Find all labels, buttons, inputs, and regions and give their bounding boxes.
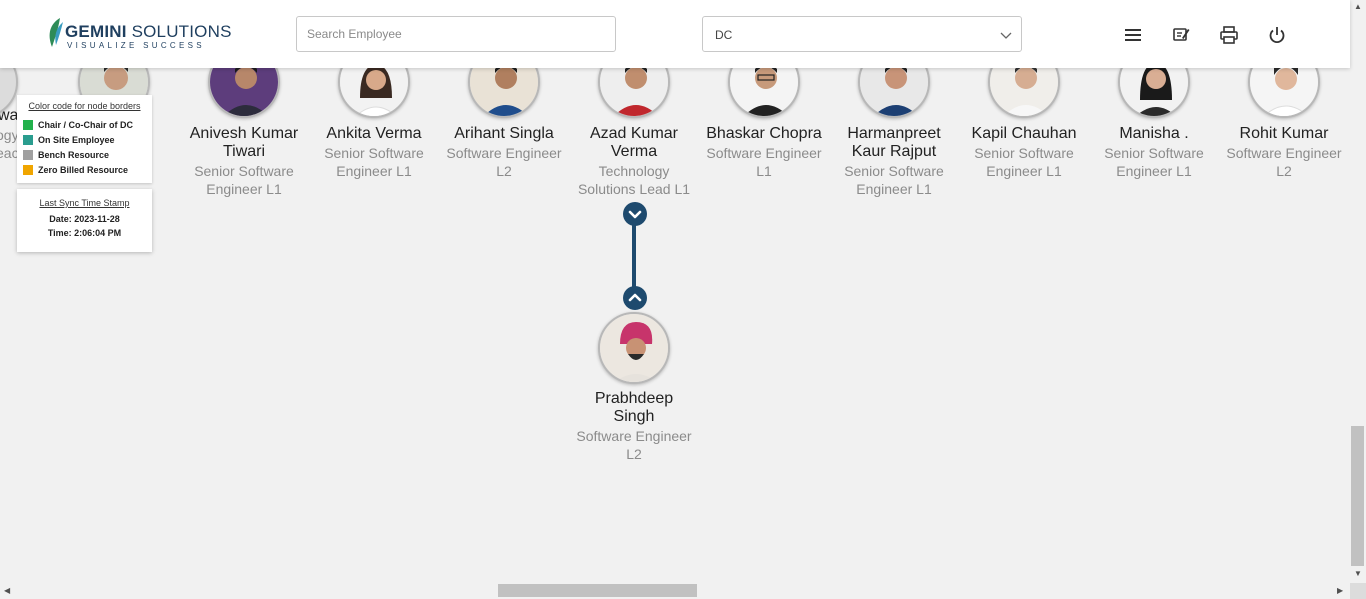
legend-item: Zero Billed Resource xyxy=(23,162,146,177)
employee-name: Anivesh Kumar xyxy=(189,125,299,142)
horizontal-scrollbar-thumb[interactable] xyxy=(498,584,697,597)
chevron-up-icon xyxy=(628,293,642,302)
legend-item-label: Bench Resource xyxy=(38,149,110,160)
menu-icon[interactable] xyxy=(1123,25,1143,45)
employee-name: Bhaskar Chopra xyxy=(706,125,822,142)
department-select[interactable]: DC xyxy=(702,16,1022,52)
employee-name: Azad Kumar xyxy=(589,125,679,142)
sync-time: Time: 2:06:04 PM xyxy=(47,228,122,238)
employee-title: L1 xyxy=(756,163,772,179)
legend-item-label: On Site Employee xyxy=(38,134,115,145)
employee-title: Senior Software xyxy=(844,163,944,179)
employee-title: Senior Software xyxy=(324,145,424,161)
power-icon[interactable] xyxy=(1267,25,1287,45)
employee-title: L2 xyxy=(496,163,512,179)
teal-swatch xyxy=(23,134,33,145)
employee-name: Singh xyxy=(613,408,655,425)
employee-name: Manisha . xyxy=(1119,125,1189,142)
print-icon[interactable] xyxy=(1219,25,1239,45)
employee-title: Solutions Lead L1 xyxy=(577,181,691,197)
employee-title: Senior Software xyxy=(194,163,294,179)
employee-title: Software Engineer xyxy=(1226,145,1342,161)
employee-title: Technology xyxy=(598,163,670,179)
sync-date: Date: 2023-11-28 xyxy=(49,214,120,224)
logo-name: GEMINI SOLUTIONS xyxy=(65,22,232,41)
last-sync-card: Last Sync Time Stamp Date: 2023-11-28 Ti… xyxy=(17,189,152,252)
orange-swatch xyxy=(23,164,33,175)
node-border-legend: Color code for node borders Chair / Co-C… xyxy=(17,95,152,183)
leaf-logo-icon xyxy=(49,18,63,47)
edit-icon[interactable] xyxy=(1171,25,1191,45)
legend-item: On Site Employee xyxy=(23,132,146,147)
employee-title: Engineer L1 xyxy=(1116,163,1192,179)
tree-connector-line xyxy=(632,218,636,294)
employee-title-fragment: eac xyxy=(0,145,19,161)
legend-item-label: Chair / Co-Chair of DC xyxy=(38,119,134,130)
chevron-down-icon xyxy=(1000,32,1012,39)
scroll-down-arrow-icon[interactable]: ▼ xyxy=(1354,569,1362,578)
employee-title: Engineer L1 xyxy=(336,163,412,179)
department-select-value: DC xyxy=(715,28,733,42)
employee-title: Engineer L1 xyxy=(986,163,1062,179)
legend-item: Bench Resource xyxy=(23,147,146,162)
gemini-logo[interactable]: GEMINI SOLUTIONS VISUALIZE SUCCESS xyxy=(46,16,231,52)
employee-title: Senior Software xyxy=(1104,145,1204,161)
employee-name: Kaur Rajput xyxy=(851,143,937,160)
employee-title: Engineer L1 xyxy=(206,181,282,197)
employee-name: Verma xyxy=(610,143,658,160)
employee-name: Ankita Verma xyxy=(326,125,422,142)
employee-title: Software Engineer xyxy=(706,145,822,161)
employee-avatar xyxy=(598,312,670,384)
employee-title: L2 xyxy=(1276,163,1292,179)
employee-title: Software Engineer xyxy=(446,145,562,161)
legend-item-label: Zero Billed Resource xyxy=(38,164,129,175)
employee-title-fragment: ogy xyxy=(0,127,19,143)
employee-name-fragment: wa xyxy=(0,107,19,124)
expand-parent-toggle[interactable] xyxy=(623,286,647,310)
employee-title: L2 xyxy=(626,446,642,462)
collapse-toggle[interactable] xyxy=(623,202,647,226)
employee-name: Harmanpreet xyxy=(847,125,941,142)
scrollbar-corner xyxy=(1350,583,1366,599)
legend-title: Color code for node borders xyxy=(28,101,141,111)
legend-item: Chair / Co-Chair of DC xyxy=(23,117,146,132)
employee-name: Prabhdeep xyxy=(594,390,674,407)
employee-title: Software Engineer xyxy=(576,428,692,444)
app-header: GEMINI SOLUTIONS VISUALIZE SUCCESS DC xyxy=(0,0,1350,68)
logo-tagline: VISUALIZE SUCCESS xyxy=(67,41,205,50)
employee-name: Kapil Chauhan xyxy=(971,125,1077,142)
employee-name: Arihant Singla xyxy=(454,125,554,142)
search-employee-input[interactable] xyxy=(296,16,616,52)
employee-name: Rohit Kumar xyxy=(1239,125,1329,142)
green-swatch xyxy=(23,119,33,130)
chevron-down-icon xyxy=(628,210,642,219)
employee-name: Tiwari xyxy=(222,143,266,160)
employee-title: Senior Software xyxy=(974,145,1074,161)
employee-title: Engineer L1 xyxy=(856,181,932,197)
scroll-left-arrow-icon[interactable]: ◀ xyxy=(4,586,10,595)
scroll-right-arrow-icon[interactable]: ▶ xyxy=(1337,586,1343,595)
scroll-up-arrow-icon[interactable]: ▲ xyxy=(1354,2,1362,11)
sync-title: Last Sync Time Stamp xyxy=(39,198,130,208)
gray-swatch xyxy=(23,149,33,160)
vertical-scrollbar-thumb[interactable] xyxy=(1351,426,1364,566)
